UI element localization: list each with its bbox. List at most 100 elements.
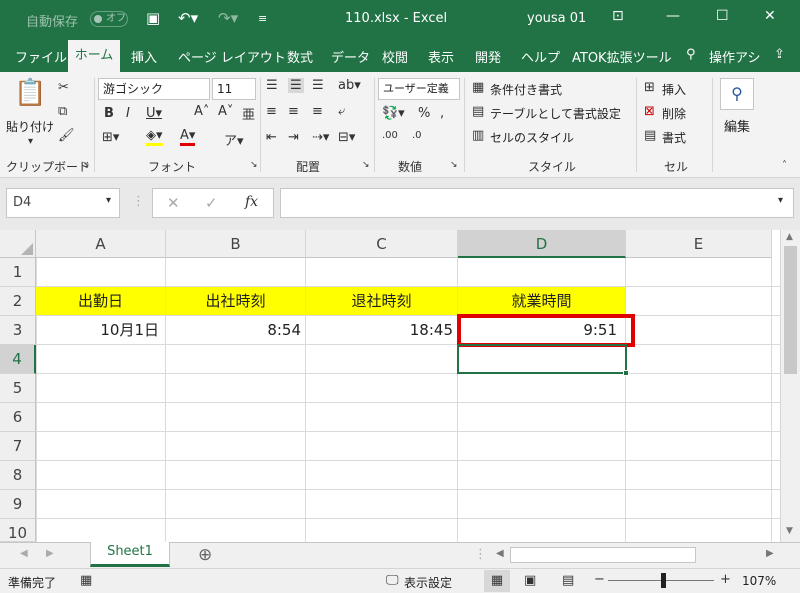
minimize-icon[interactable]: — [666, 8, 680, 24]
tab-insert[interactable]: 挿入 [131, 47, 157, 66]
search-icon[interactable]: ⚲ [686, 47, 696, 62]
clipboard-launcher-icon[interactable]: ↘ [82, 160, 90, 170]
increase-indent-icon[interactable]: ⇥ [288, 130, 299, 145]
prev-sheet-icon[interactable]: ◀ [20, 548, 28, 559]
fill-color-icon[interactable]: ◈▾ [146, 128, 163, 146]
close-icon[interactable]: ✕ [764, 8, 776, 24]
copy-icon[interactable]: ⧉ [58, 104, 67, 119]
decrease-indent-icon[interactable]: ⇤ [266, 130, 277, 145]
font-color-icon[interactable]: A▾ [180, 128, 196, 146]
sheet-tab-sheet1[interactable]: Sheet1 [90, 542, 170, 567]
cell-d2[interactable]: 就業時間 [458, 287, 626, 316]
zoom-in-icon[interactable]: + [720, 572, 731, 587]
phonetic-icon[interactable]: 亜 [242, 104, 255, 123]
row-header-10[interactable]: 10 [0, 519, 36, 542]
paste-icon[interactable]: 📋 [14, 78, 46, 108]
font-size-select[interactable]: 11 [212, 78, 256, 100]
column-header-d[interactable]: D [458, 230, 626, 258]
comma-style-icon[interactable]: , [440, 106, 444, 121]
tab-developer[interactable]: 開発 [475, 47, 501, 66]
scroll-thumb[interactable] [784, 246, 797, 374]
alignment-launcher-icon[interactable]: ↘ [362, 160, 370, 170]
borders-icon[interactable]: ⊞▾ [102, 130, 119, 145]
phonetic-settings-icon[interactable]: ア▾ [224, 130, 244, 149]
cell-c3[interactable]: 18:45 [306, 316, 458, 345]
scroll-left-icon[interactable]: ◀ [496, 548, 504, 559]
scroll-right-icon[interactable]: ▶ [766, 548, 774, 559]
display-settings-button[interactable]: 表示設定 [404, 574, 452, 591]
font-launcher-icon[interactable]: ↘ [250, 160, 258, 170]
zoom-slider-thumb[interactable] [661, 573, 666, 588]
align-center-icon[interactable]: ≡ [288, 104, 299, 119]
add-sheet-icon[interactable]: ⊕ [198, 545, 212, 565]
formula-input[interactable] [280, 188, 794, 218]
next-sheet-icon[interactable]: ▶ [46, 548, 54, 559]
user-name[interactable]: yousa 01 [527, 11, 586, 26]
customize-qat-icon[interactable]: ≡ [258, 12, 267, 25]
format-as-table-button[interactable]: テーブルとして書式設定 [490, 105, 621, 122]
font-name-select[interactable]: 游ゴシック [98, 78, 210, 100]
column-header-e[interactable]: E [626, 230, 772, 258]
cell-b2[interactable]: 出社時刻 [166, 287, 306, 316]
column-header-b[interactable]: B [166, 230, 306, 258]
page-break-view-icon[interactable]: ▤ [562, 573, 574, 588]
align-right-icon[interactable]: ≡ [312, 104, 323, 119]
column-header-c[interactable]: C [306, 230, 458, 258]
tab-page-layout[interactable]: ページ レイアウト [178, 47, 286, 66]
tab-data[interactable]: データ [331, 47, 370, 66]
row-header-4[interactable]: 4 [0, 345, 36, 374]
accounting-format-icon[interactable]: 💱▾ [382, 106, 405, 121]
cell-a3[interactable]: 10月1日 [36, 316, 166, 345]
scroll-up-icon[interactable]: ▲ [786, 232, 793, 242]
scroll-down-icon[interactable]: ▼ [786, 526, 793, 536]
row-header-5[interactable]: 5 [0, 374, 36, 403]
editing-button[interactable]: 編集 [724, 116, 750, 135]
cell-styles-button[interactable]: セルのスタイル [490, 129, 574, 146]
decrease-decimal-icon[interactable]: .0 [412, 130, 422, 141]
tab-review[interactable]: 校閲 [382, 47, 408, 66]
delete-cells-button[interactable]: 削除 [662, 105, 686, 122]
row-header-3[interactable]: 3 [0, 316, 36, 345]
insert-function-icon[interactable]: fx [245, 194, 258, 210]
enter-icon[interactable]: ✓ [205, 194, 218, 212]
selected-cell-d4[interactable] [457, 344, 629, 376]
horizontal-scroll-thumb[interactable] [510, 547, 696, 563]
align-middle-icon[interactable]: ☰ [288, 78, 304, 93]
paste-dropdown-icon[interactable]: ▾ [28, 136, 33, 147]
zoom-level[interactable]: 107% [742, 574, 776, 588]
tab-file[interactable]: ファイル [15, 47, 67, 66]
increase-font-icon[interactable]: A˄ [194, 104, 209, 119]
row-header-9[interactable]: 9 [0, 490, 36, 519]
text-direction-icon[interactable]: ⇢▾ [312, 130, 329, 145]
zoom-out-icon[interactable]: − [594, 572, 605, 587]
underline-icon[interactable]: U▾ [146, 106, 162, 121]
autosave-toggle[interactable]: オフ [90, 11, 128, 27]
save-icon[interactable]: ▣ [146, 9, 160, 27]
search-icon[interactable]: ⚲ [720, 78, 754, 110]
format-cells-button[interactable]: 書式 [662, 129, 686, 146]
undo-icon[interactable]: ↶▾ [178, 9, 198, 27]
macro-record-icon[interactable]: ▦ [80, 573, 92, 588]
row-header-7[interactable]: 7 [0, 432, 36, 461]
italic-icon[interactable]: I [126, 106, 130, 121]
column-header-a[interactable]: A [36, 230, 166, 258]
align-top-icon[interactable]: ☰ [266, 78, 278, 93]
conditional-format-button[interactable]: 条件付き書式 [490, 81, 562, 98]
page-layout-view-icon[interactable]: ▣ [524, 573, 536, 588]
tab-home[interactable]: ホーム [68, 40, 120, 72]
name-box[interactable]: D4 [6, 188, 120, 218]
format-painter-icon[interactable]: 🖌 [58, 128, 75, 143]
decrease-font-icon[interactable]: A˅ [218, 104, 233, 119]
maximize-icon[interactable]: ☐ [716, 8, 729, 24]
increase-decimal-icon[interactable]: .00 [382, 130, 398, 141]
orientation-icon[interactable]: ab▾ [338, 78, 361, 93]
row-header-8[interactable]: 8 [0, 461, 36, 490]
ribbon-display-icon[interactable]: ⊡ [612, 8, 624, 24]
cut-icon[interactable]: ✂ [58, 80, 69, 95]
collapse-ribbon-icon[interactable]: ˄ [782, 160, 787, 171]
row-header-1[interactable]: 1 [0, 258, 36, 287]
bold-icon[interactable]: B [104, 106, 114, 121]
wrap-text-icon[interactable]: ⤶ [338, 104, 345, 119]
tab-formulas[interactable]: 数式 [287, 47, 313, 66]
row-header-6[interactable]: 6 [0, 403, 36, 432]
